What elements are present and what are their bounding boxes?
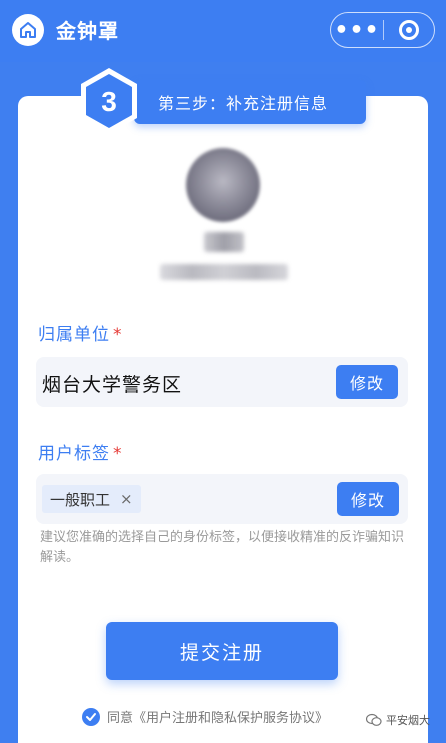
tag-chip: 一般职工 × [42, 485, 141, 513]
edit-unit-button[interactable]: 修改 [336, 365, 398, 399]
tag-label-text: 用户标签 [38, 444, 110, 464]
required-mark: * [113, 325, 123, 345]
remove-tag-icon[interactable]: × [120, 490, 133, 508]
home-icon [20, 22, 36, 38]
blurred-user-name [204, 232, 244, 252]
submit-button[interactable]: 提交注册 [106, 622, 338, 680]
unit-label-text: 归属单位 [38, 325, 110, 345]
title-bar: 金钟罩 ••• [0, 0, 446, 62]
agreement-text[interactable]: 同意《用户注册和隐私保护服务协议》 [107, 707, 328, 726]
checkmark-icon [86, 712, 96, 721]
agreement-checkbox[interactable] [82, 707, 100, 726]
tag-hint: 建议您准确的选择自己的身份标签，以便接收精准的反诈骗知识解读。 [40, 530, 405, 565]
wechat-icon [366, 713, 382, 726]
app-title: 金钟罩 [56, 19, 119, 43]
tag-chip-label: 一般职工 [50, 490, 111, 509]
more-icon: ••• [334, 17, 380, 43]
avatar [186, 148, 260, 222]
required-mark: * [113, 444, 123, 464]
agreement-row: 同意《用户注册和隐私保护服务协议》 [82, 707, 328, 726]
unit-value: 烟台大学警务区 [42, 374, 183, 396]
step-banner: 第三步：补充注册信息 [134, 80, 366, 124]
close-button[interactable] [384, 13, 434, 47]
more-button[interactable]: ••• [331, 13, 383, 47]
unit-label: 归属单位 * [38, 320, 123, 345]
target-close-icon [399, 20, 419, 40]
tag-label: 用户标签 * [38, 439, 123, 464]
blurred-phone-number [160, 264, 288, 280]
home-button[interactable] [12, 14, 44, 46]
hexagon-icon: 3 [81, 68, 137, 134]
watermark-text: 平安烟大 [386, 714, 430, 727]
watermark: 平安烟大 [366, 712, 430, 728]
edit-tag-button[interactable]: 修改 [337, 482, 399, 516]
step-number: 3 [101, 86, 117, 117]
mini-program-capsule: ••• [330, 12, 435, 48]
step-label: 第三步：补充注册信息 [158, 94, 329, 113]
step-number-badge: 3 [78, 66, 140, 136]
